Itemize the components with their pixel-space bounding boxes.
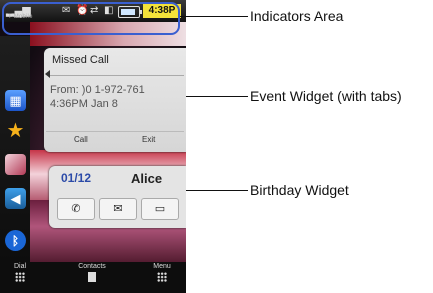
birthday-date: 01/12 [61,171,92,185]
keypad-icon [15,272,25,282]
event-title: Missed Call [52,54,109,66]
bluetooth-icon[interactable]: ᛒ [5,230,26,251]
speaker-icon[interactable]: ◀ [5,188,26,209]
event-widget[interactable]: Missed Call From: )0 1-972-761 4:36PM Ja… [44,48,186,152]
call-button[interactable]: Call [74,135,88,144]
callout-indicators: Indicators Area [250,8,344,24]
contacts-button[interactable]: Contacts [72,263,112,282]
event-actions: Call Exit [46,131,184,150]
dial-label: Dial [13,263,27,270]
photo-icon[interactable] [5,154,26,175]
phone-call-icon[interactable]: ✆ [57,198,95,220]
callout-line-birthday [186,190,248,191]
callout-line-event [186,96,248,97]
event-time: 4:36PM Jan 8 [50,98,118,110]
phone-screen: ▂▄▆ T-Mobile ✉ ⏰ ⇄ ◧ 4:38P ▦ ★ ◀ ᛒ Misse… [0,0,186,293]
favorites-star-icon[interactable]: ★ [5,120,26,142]
indicators-highlight [2,2,180,35]
shortcut-sidebar: ▦ ★ ◀ ᛒ [0,36,30,262]
menu-button[interactable]: Menu [142,263,182,282]
birthday-name: Alice [131,171,163,186]
dial-button[interactable]: Dial [0,263,40,282]
menu-label: Menu [153,263,171,270]
gift-card-icon[interactable]: ▭ [141,198,179,220]
callout-event: Event Widget (with tabs) [250,88,402,104]
callout-line-indicators [180,16,248,17]
message-envelope-icon[interactable]: ✉ [99,198,137,220]
birthday-widget[interactable]: 01/12 Alice ✆ ✉ ▭ [49,166,186,228]
tab-arrow-icon[interactable] [45,70,50,78]
divider [48,75,184,76]
menu-grid-icon [157,272,167,282]
contacts-icon [88,272,96,282]
callout-birthday: Birthday Widget [250,182,349,198]
bottom-bar: Dial Contacts Menu [0,262,186,293]
event-from: From: )0 1-972-761 [50,84,145,96]
contacts-label: Contacts [78,263,106,270]
exit-button[interactable]: Exit [142,135,155,144]
calendar-icon[interactable]: ▦ [5,90,26,111]
